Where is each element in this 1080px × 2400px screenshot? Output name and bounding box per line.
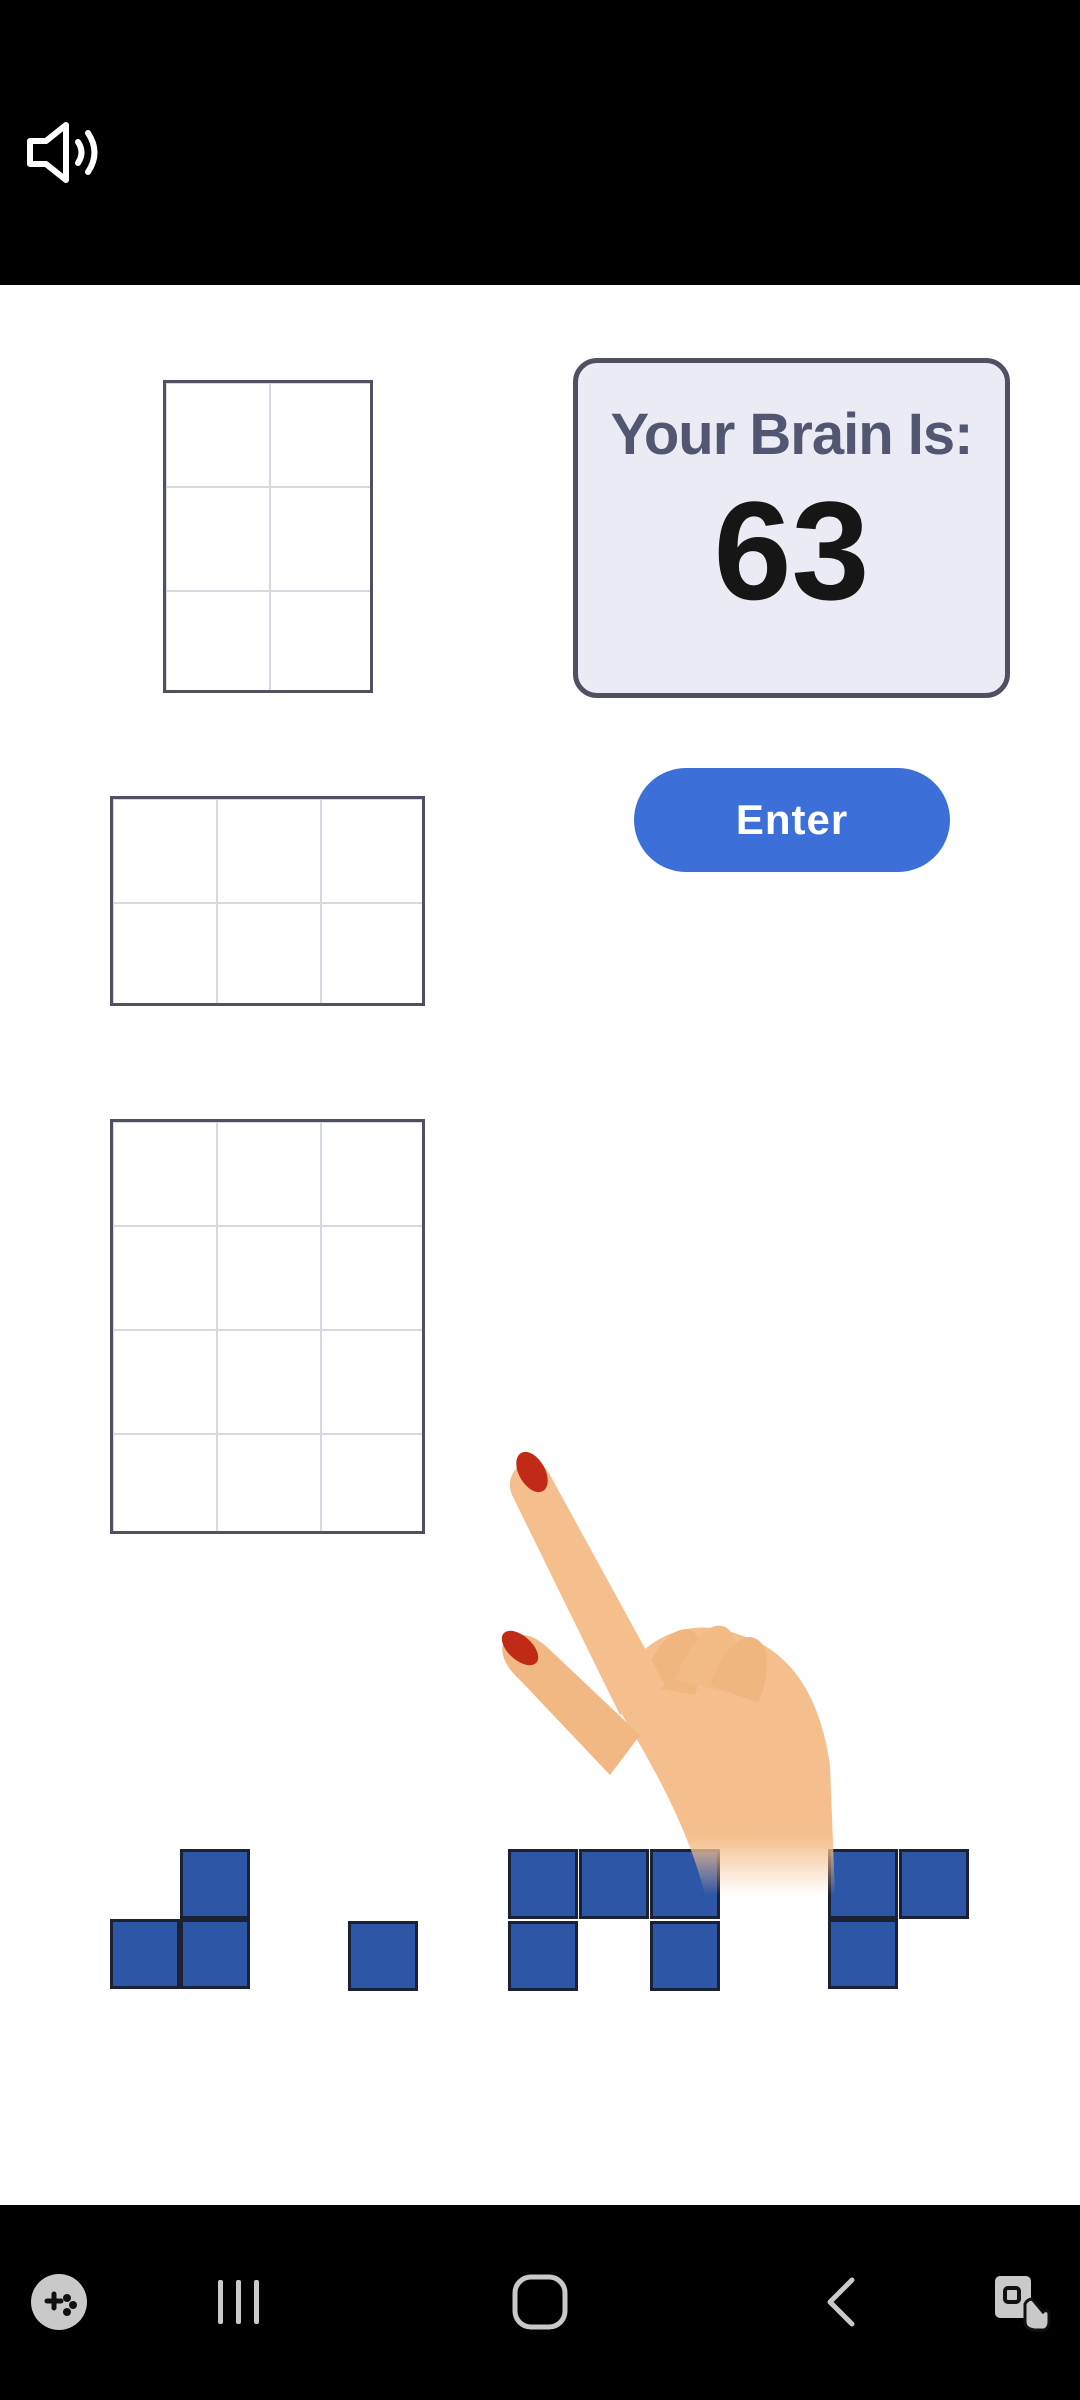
game-controller-icon [31, 2274, 87, 2330]
piece-block [110, 1919, 180, 1989]
touch-lock-icon [995, 2276, 1051, 2332]
game-area: Your Brain Is: 63 Enter [0, 285, 1080, 2205]
piece-block [650, 1921, 720, 1991]
speaker-icon [27, 122, 98, 183]
score-value: 63 [713, 472, 870, 629]
piece-block [828, 1919, 898, 1989]
enter-button[interactable]: Enter [634, 768, 950, 872]
game-launcher-button[interactable] [4, 2247, 114, 2357]
home-button[interactable] [485, 2247, 595, 2357]
touch-lock-button[interactable] [966, 2247, 1076, 2357]
score-panel: Your Brain Is: 63 [573, 358, 1010, 698]
piece-block [180, 1849, 250, 1919]
target-grid-3x2[interactable] [110, 796, 425, 1006]
piece-block [348, 1921, 418, 1991]
score-label: Your Brain Is: [610, 402, 974, 467]
back-icon [827, 2277, 855, 2327]
top-bar [0, 0, 1080, 285]
recents-button[interactable] [183, 2247, 293, 2357]
recents-icon [218, 2280, 259, 2324]
target-grid-2x3[interactable] [163, 380, 373, 693]
target-grid-3x4[interactable] [110, 1119, 425, 1534]
piece-block [180, 1919, 250, 1989]
navigation-bar [0, 2205, 1080, 2400]
sound-toggle-button[interactable] [22, 115, 112, 190]
piece-block [508, 1921, 578, 1991]
piece-block [899, 1849, 969, 1919]
back-button[interactable] [787, 2247, 897, 2357]
home-icon [512, 2274, 568, 2330]
tutorial-hand-illustration [501, 1451, 835, 1895]
